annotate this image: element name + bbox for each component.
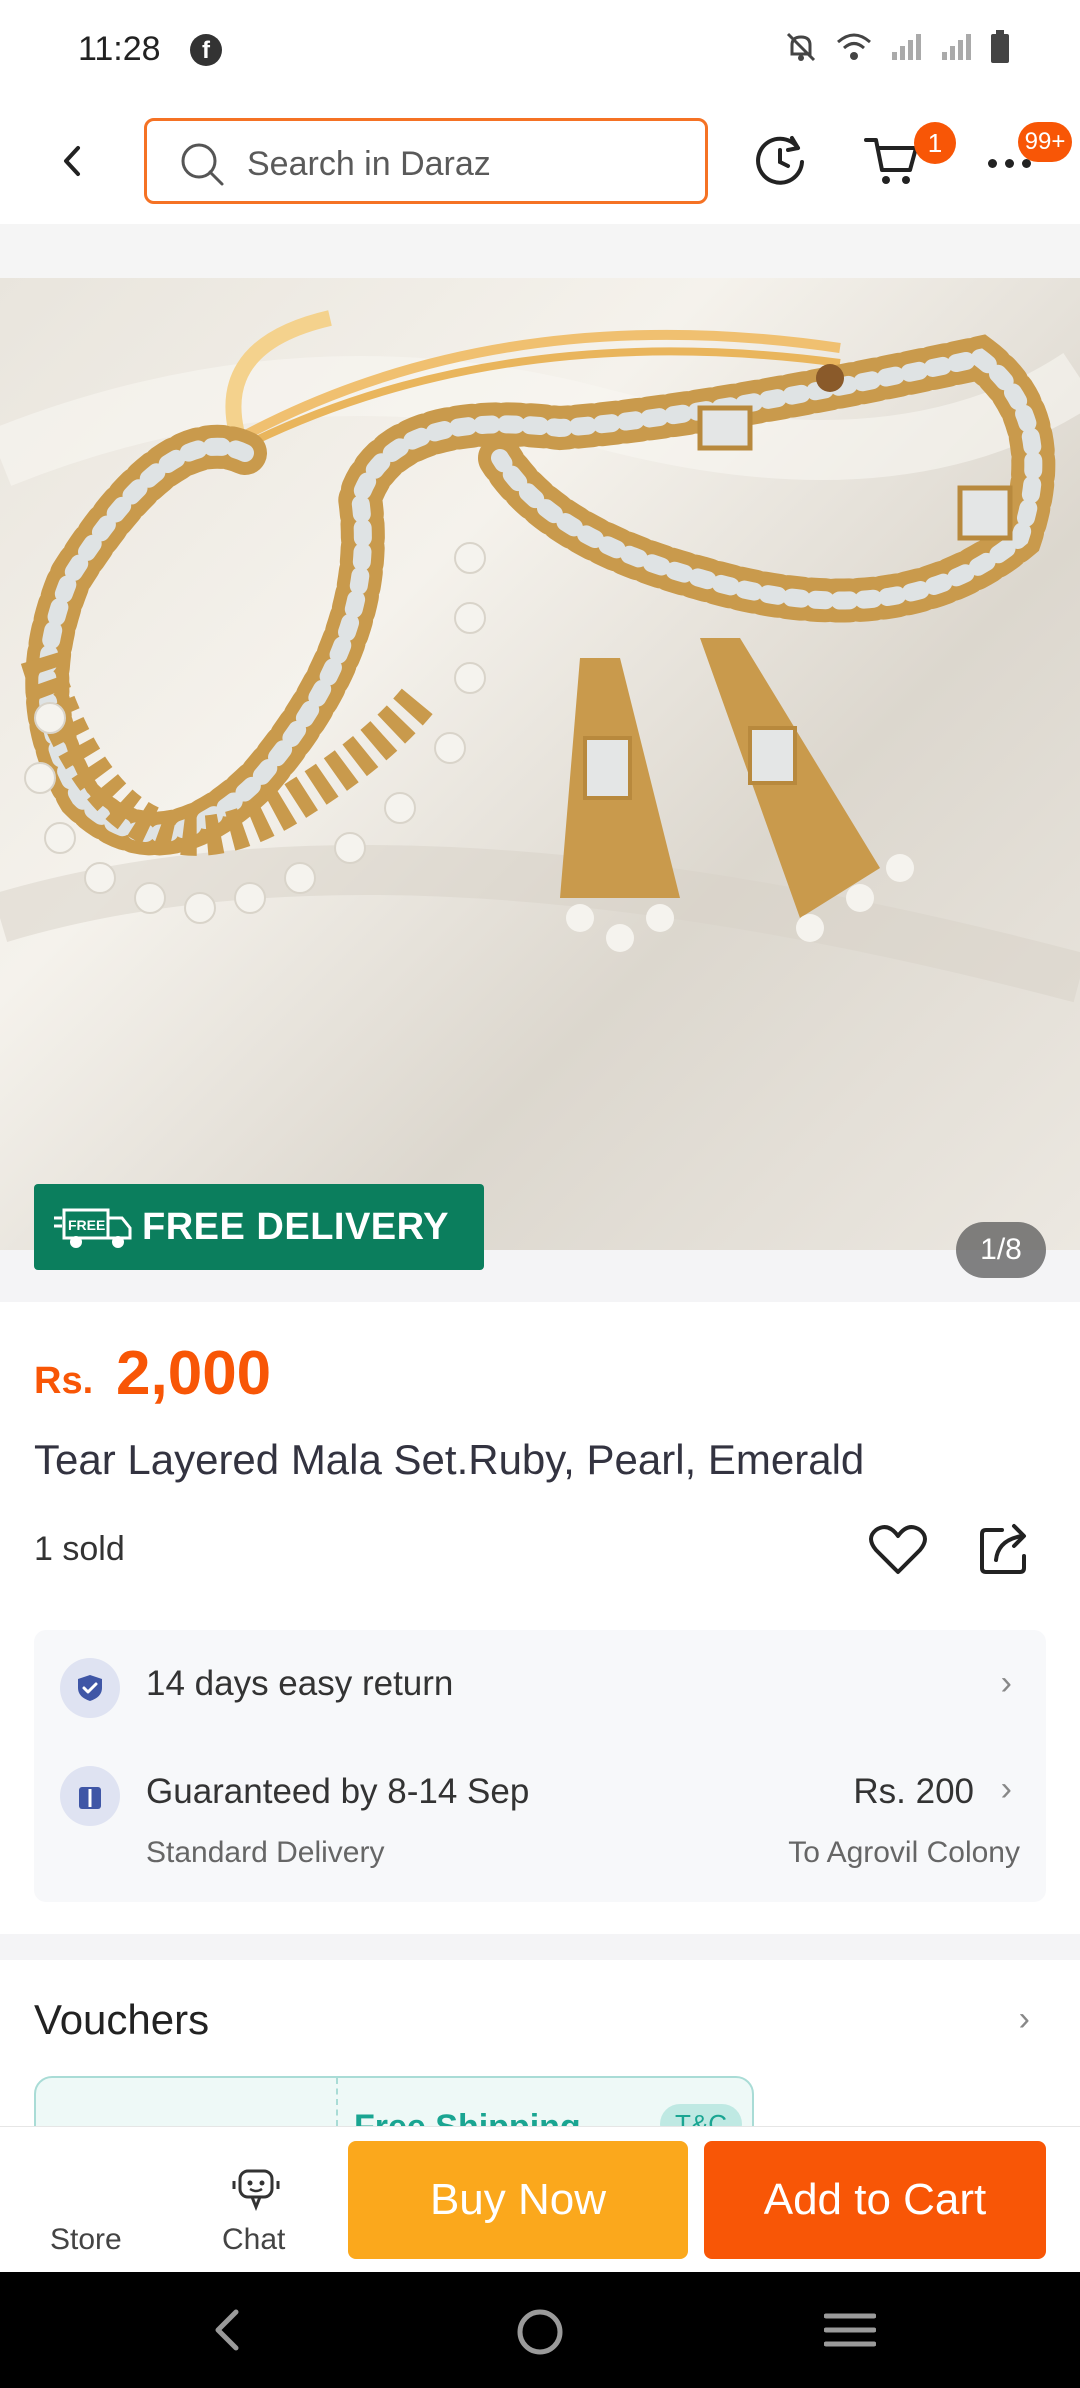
chevron-left-icon (64, 146, 80, 176)
chat-bot-icon (232, 2169, 280, 2211)
nav-home-icon[interactable] (516, 2308, 564, 2356)
delivery-guarantee: Guaranteed by 8-14 Sep (146, 1772, 530, 1811)
image-counter: 1/8 (956, 1222, 1046, 1278)
store-button[interactable]: Store (20, 2127, 150, 2273)
status-icons (784, 30, 1010, 64)
bottom-action-bar: Store Chat Buy Now Add to Cart (0, 2126, 1080, 2272)
share-icon (980, 1524, 1026, 1574)
facebook-icon: f (190, 34, 222, 66)
service-info-box: 14 days easy return › Guaranteed by 8-14… (34, 1630, 1046, 1902)
vouchers-section: Vouchers › Free Shipping T&C (0, 1960, 1080, 2130)
sold-count: 1 sold (34, 1530, 125, 1568)
chevron-right-icon[interactable]: › (1019, 2000, 1030, 2039)
delivery-location: To Agrovil Colony (788, 1836, 1020, 1869)
search-input[interactable]: Search in Daraz (144, 118, 708, 204)
more-dot (1005, 159, 1014, 168)
store-label: Store (50, 2223, 122, 2256)
wishlist-button[interactable] (866, 1518, 930, 1587)
buy-now-button[interactable]: Buy Now (348, 2141, 688, 2259)
product-image[interactable] (0, 278, 1080, 1250)
chevron-right-icon: › (1000, 1770, 1012, 1808)
vouchers-title: Vouchers (34, 1996, 210, 2043)
system-navigation-bar (0, 2272, 1080, 2388)
search-placeholder: Search in Daraz (247, 145, 491, 183)
free-icon-text: FREE (68, 1217, 105, 1233)
gift-box-icon (60, 1766, 120, 1826)
share-button[interactable] (976, 1518, 1036, 1583)
return-policy-text: 14 days easy return (146, 1664, 454, 1703)
gallery-spacer (0, 224, 1080, 278)
nav-back-icon[interactable] (206, 2308, 250, 2352)
add-to-cart-button[interactable]: Add to Cart (704, 2141, 1046, 2259)
top-navigation-bar: Search in Daraz 1 99+ (0, 100, 1080, 224)
status-bar: 11:28 f (0, 0, 1080, 100)
heart-icon (869, 1525, 927, 1574)
status-time: 11:28 (78, 30, 161, 68)
more-dot (988, 159, 997, 168)
notification-badge: 99+ (1018, 122, 1072, 162)
shield-icon (60, 1658, 120, 1718)
delivery-fee: Rs. 200 (853, 1772, 974, 1811)
free-delivery-label: FREE DELIVERY (142, 1206, 450, 1248)
wifi-icon (837, 33, 871, 60)
signal-icon-2 (942, 34, 971, 60)
cart-icon (864, 138, 918, 184)
delivery-truck-icon: FREE (54, 1208, 132, 1248)
voucher-card[interactable]: Free Shipping T&C (34, 2076, 754, 2130)
product-title: Tear Layered Mala Set.Ruby, Pearl, Emera… (34, 1436, 865, 1483)
free-delivery-badge: FREE FREE DELIVERY (34, 1184, 484, 1270)
history-button[interactable] (750, 130, 810, 195)
voucher-divider (336, 2078, 338, 2130)
chat-label: Chat (222, 2223, 286, 2256)
battery-icon (991, 30, 1009, 63)
delivery-type: Standard Delivery (146, 1836, 385, 1869)
necklace-image (0, 310, 1080, 1003)
price-currency: Rs. (34, 1360, 94, 1402)
back-button[interactable] (50, 138, 96, 184)
search-icon (181, 143, 224, 186)
product-info-card: Rs. 2,000 Tear Layered Mala Set.Ruby, Pe… (0, 1302, 1080, 1934)
nav-recents-icon[interactable] (824, 2308, 876, 2352)
signal-icon (892, 34, 921, 60)
chat-button[interactable]: Chat (190, 2127, 320, 2273)
cart-button[interactable] (862, 130, 922, 195)
history-icon (756, 136, 804, 185)
cart-count-badge: 1 (914, 122, 956, 164)
mute-notification-icon (786, 32, 816, 62)
product-price: 2,000 (116, 1339, 272, 1408)
chevron-right-icon: › (1000, 1664, 1012, 1702)
